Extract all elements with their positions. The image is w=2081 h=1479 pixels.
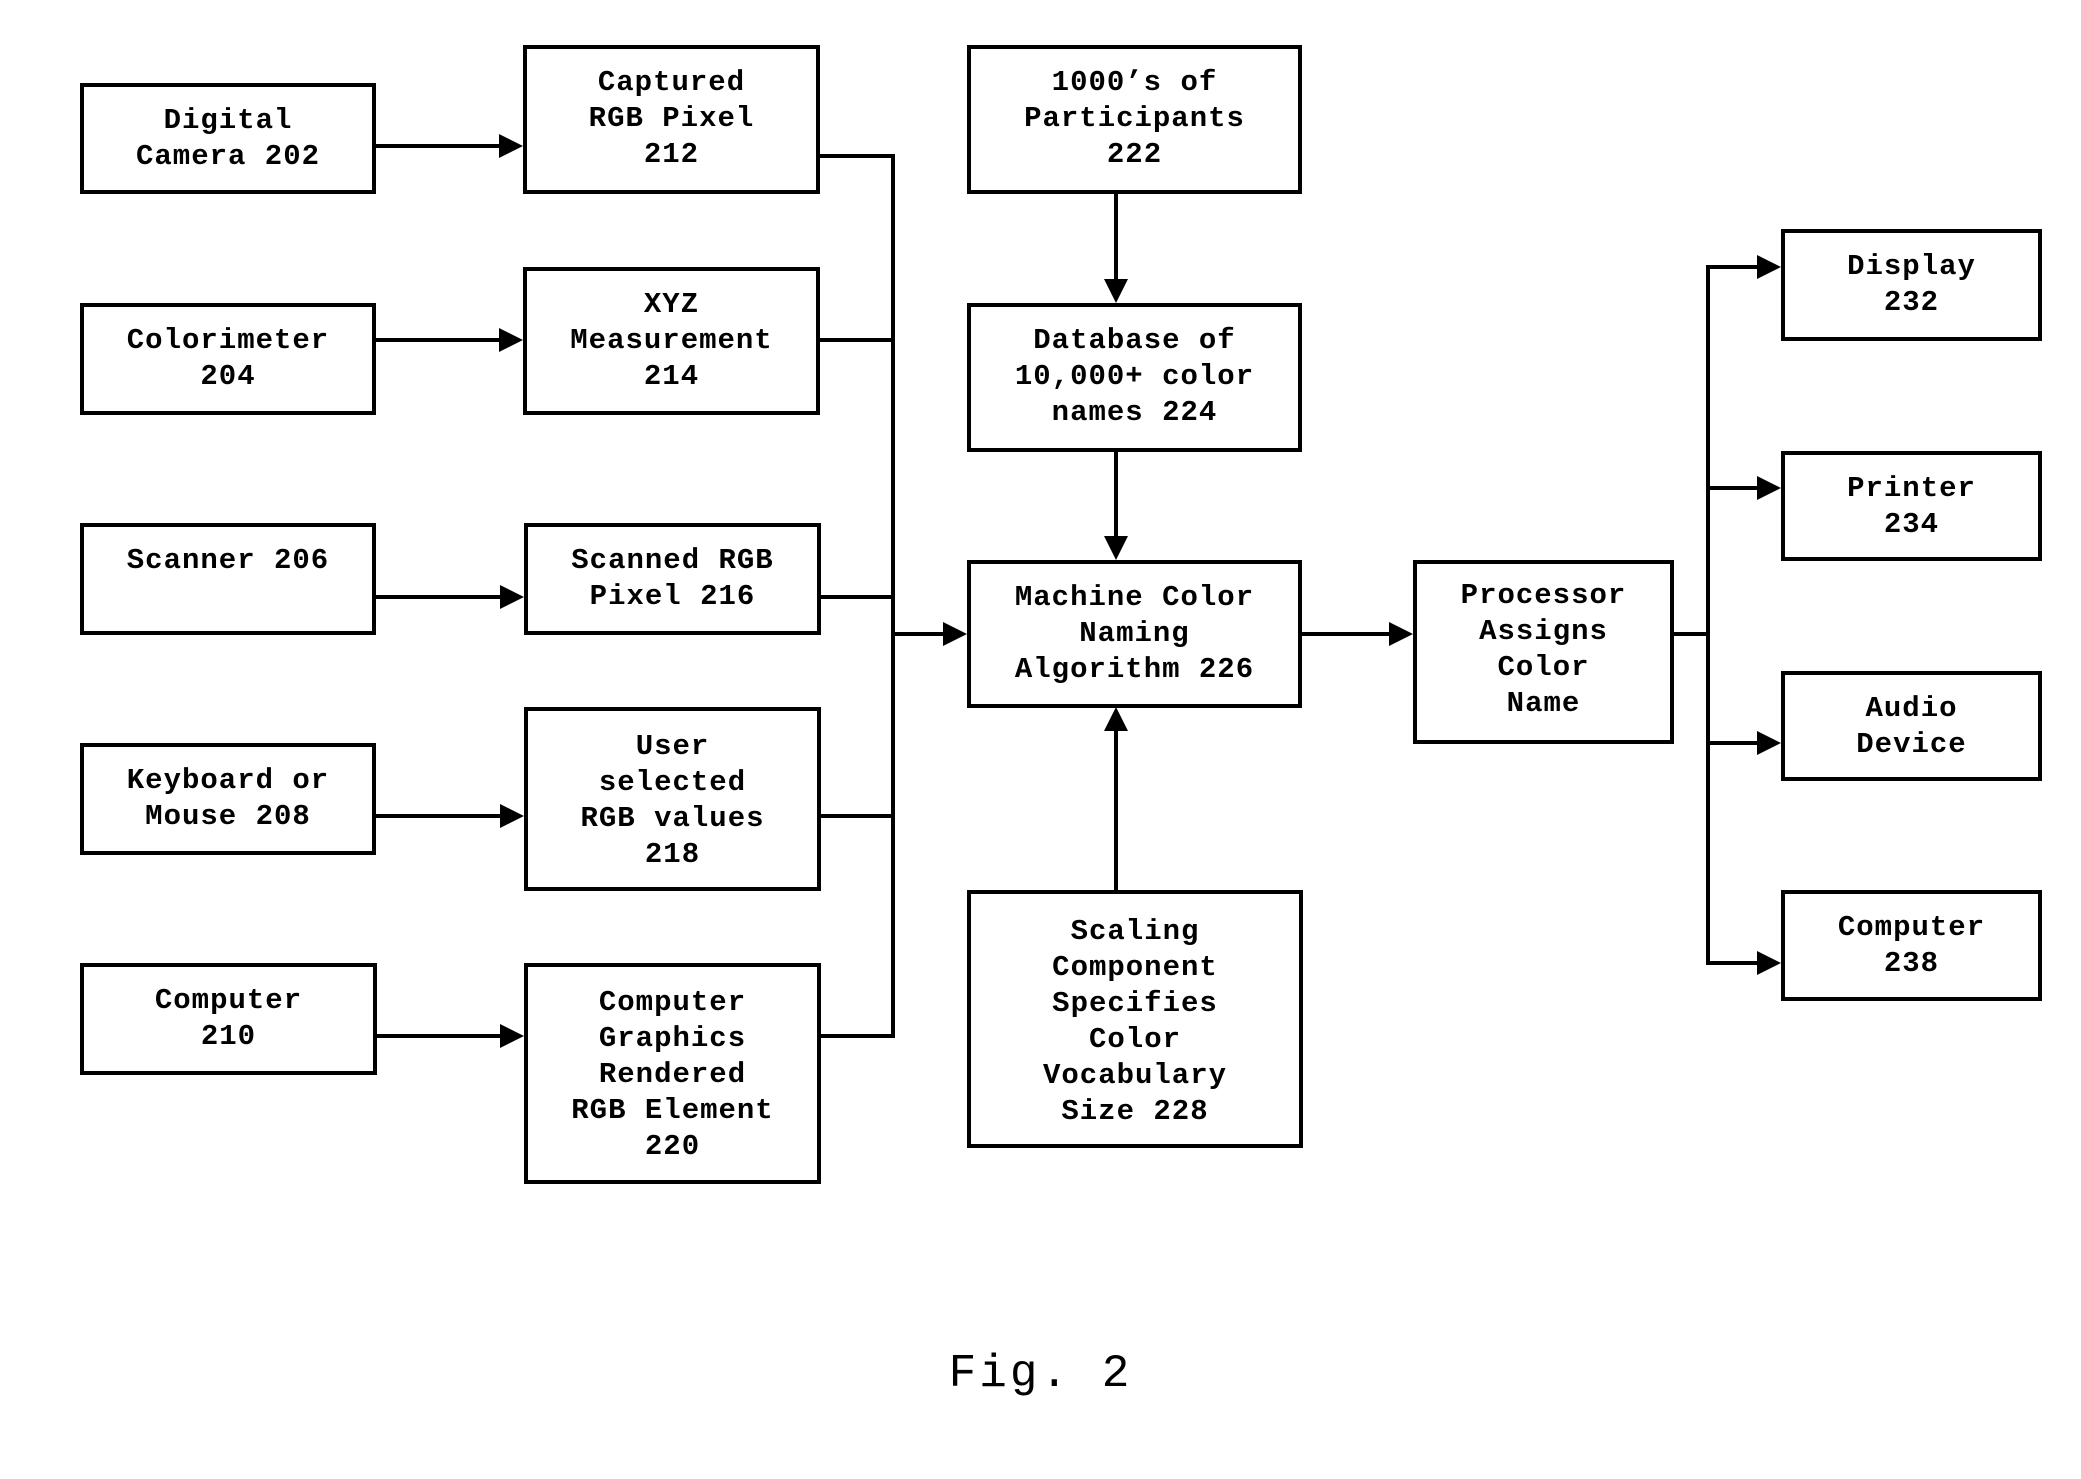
node-label: Scanned RGB Pixel 216: [571, 544, 774, 613]
node-machine-color-naming-226: Machine Color Naming Algorithm 226: [967, 560, 1302, 708]
node-user-selected-rgb-218: User selected RGB values 218: [524, 707, 821, 891]
node-label: Scaling Component Specifies Color Vocabu…: [1042, 915, 1228, 1128]
node-label: User selected RGB values 218: [580, 730, 765, 871]
arrowhead: [1757, 255, 1781, 279]
node-colorimeter-204: Colorimeter 204: [80, 303, 376, 415]
arrowhead: [943, 622, 967, 646]
node-audio-device: Audio Device: [1781, 671, 2042, 781]
node-label: Keyboard or Mouse 208: [126, 764, 330, 833]
node-label: XYZ Measurement 214: [570, 288, 773, 393]
node-digital-camera-202: Digital Camera 202: [80, 83, 376, 194]
node-cg-rendered-rgb-220: Computer Graphics Rendered RGB Element 2…: [524, 963, 821, 1184]
node-computer-238: Computer 238: [1781, 890, 2042, 1001]
node-xyz-measurement-214: XYZ Measurement 214: [523, 267, 820, 415]
node-label: Printer 234: [1847, 472, 1976, 541]
node-label: Machine Color Naming Algorithm 226: [1014, 581, 1255, 686]
arrowhead: [500, 1024, 524, 1048]
node-scanner-206: Scanner 206: [80, 523, 376, 635]
figure-caption: Fig. 2: [948, 1348, 1133, 1400]
arrowhead: [500, 585, 524, 609]
node-display-232: Display 232: [1781, 229, 2042, 341]
node-printer-234: Printer 234: [1781, 451, 2042, 561]
arrowhead: [1104, 279, 1128, 303]
node-scanned-rgb-pixel-216: Scanned RGB Pixel 216: [524, 523, 821, 635]
arrowhead: [1757, 476, 1781, 500]
node-label: Computer Graphics Rendered RGB Element 2…: [571, 986, 774, 1163]
node-color-name-database-224: Database of 10,000+ color names 224: [967, 303, 1302, 452]
arrowhead: [500, 804, 524, 828]
node-scaling-component-228: Scaling Component Specifies Color Vocabu…: [967, 890, 1303, 1148]
node-label: Colorimeter 204: [126, 324, 330, 393]
arrowhead: [1104, 707, 1128, 731]
node-participants-222: 1000’s of Participants 222: [967, 45, 1302, 194]
node-processor-assigns-color-name: Processor Assigns Color Name: [1413, 560, 1674, 744]
node-label: Computer 238: [1837, 911, 1986, 980]
arrowhead: [499, 328, 523, 352]
node-label: Scanner 206: [126, 544, 330, 577]
node-label: Processor Assigns Color Name: [1460, 579, 1627, 720]
node-label: Audio Device: [1856, 692, 1967, 761]
node-label: Digital Camera 202: [135, 104, 321, 173]
connector-layer: [375, 134, 1781, 1048]
arrowhead: [499, 134, 523, 158]
node-label: Database of 10,000+ color names 224: [1014, 324, 1255, 429]
node-captured-rgb-pixel-212: Captured RGB Pixel 212: [523, 45, 820, 194]
node-keyboard-mouse-208: Keyboard or Mouse 208: [80, 743, 376, 855]
node-label: Captured RGB Pixel 212: [588, 66, 755, 171]
arrowhead: [1104, 536, 1128, 560]
node-computer-210: Computer 210: [80, 963, 377, 1075]
node-label: 1000’s of Participants 222: [1024, 66, 1245, 171]
arrowhead: [1389, 622, 1413, 646]
arrowhead: [1757, 951, 1781, 975]
node-label: Computer 210: [154, 984, 303, 1053]
node-label: Display 232: [1847, 250, 1976, 319]
arrowhead: [1757, 731, 1781, 755]
